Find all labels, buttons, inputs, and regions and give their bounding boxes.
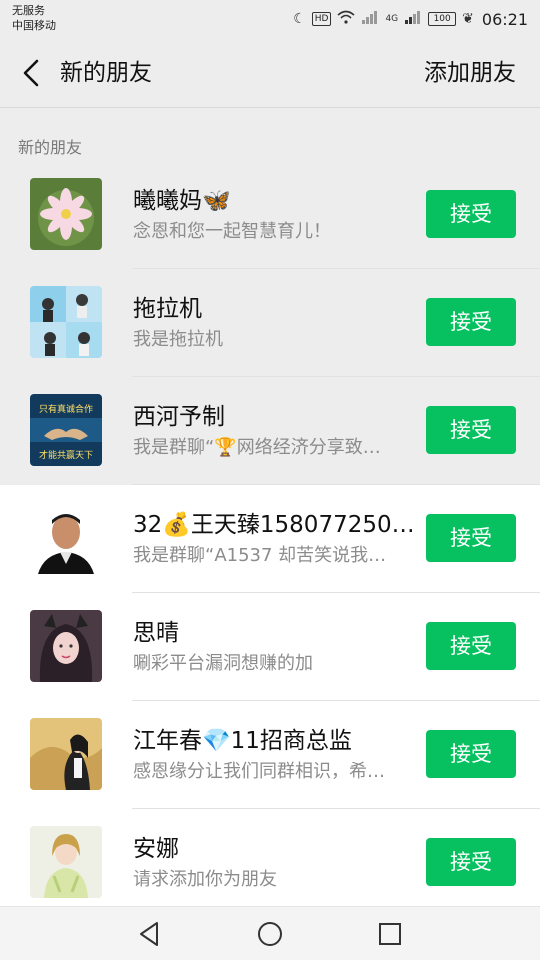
status-icons: ☾ HD 4G 100 ❦ 06:21 bbox=[293, 8, 528, 30]
request-message: 我是拖拉机 bbox=[133, 329, 223, 350]
wifi-icon bbox=[337, 10, 355, 28]
avatar bbox=[30, 610, 102, 682]
avatar-text-top: 只有真诚合作 bbox=[39, 403, 93, 415]
accept-button[interactable]: 接受 bbox=[426, 406, 516, 454]
back-button[interactable] bbox=[14, 54, 48, 92]
section-label: 新的朋友 bbox=[18, 138, 83, 157]
requester-name: 思晴 bbox=[133, 620, 179, 646]
avatar bbox=[30, 718, 102, 790]
list-item[interactable]: 思晴 唰彩平台漏洞想赚的加 接受 bbox=[0, 593, 540, 701]
list-item[interactable]: 32💰王天臻158077250… 我是群聊“A1537 却苦笑说我… 接受 bbox=[0, 485, 540, 593]
system-nav-bar bbox=[0, 906, 540, 960]
requester-name: 拖拉机 bbox=[133, 296, 202, 322]
page-title: 新的朋友 bbox=[60, 60, 152, 86]
list-item[interactable]: 拖拉机 我是拖拉机 接受 bbox=[0, 269, 540, 377]
avatar bbox=[30, 286, 102, 358]
request-message: 请求添加你为朋友 bbox=[133, 869, 277, 890]
request-message: 我是群聊“🏆网络经济分享致… bbox=[133, 437, 381, 458]
avatar bbox=[30, 178, 102, 250]
request-message: 我是群聊“A1537 却苦笑说我… bbox=[133, 545, 387, 566]
accept-button[interactable]: 接受 bbox=[426, 190, 516, 238]
signal-icon bbox=[404, 10, 422, 28]
network-type: 4G bbox=[385, 14, 399, 24]
add-friends-button[interactable]: 添加朋友 bbox=[424, 58, 516, 88]
avatar bbox=[30, 502, 102, 574]
clock: 06:21 bbox=[481, 9, 528, 29]
list-item[interactable]: 安娜 请求添加你为朋友 接受 bbox=[0, 809, 540, 917]
battery-indicator: 100 bbox=[428, 12, 457, 26]
requester-name: 江年春💎11招商总监 bbox=[133, 728, 352, 754]
requester-name: 安娜 bbox=[133, 836, 179, 862]
requester-name: 32💰王天臻158077250… bbox=[133, 512, 415, 538]
accept-button[interactable]: 接受 bbox=[426, 730, 516, 778]
list-item[interactable]: 江年春💎11招商总监 感恩缘分让我们同群相识，希… 接受 bbox=[0, 701, 540, 809]
requester-name: 曦曦妈🦋 bbox=[133, 188, 231, 214]
hd-badge: HD bbox=[311, 12, 332, 26]
back-arrow-icon bbox=[23, 59, 39, 87]
avatar-text-bottom: 才能共赢天下 bbox=[39, 449, 93, 461]
nav-bar: 新的朋友 添加朋友 bbox=[0, 38, 540, 108]
avatar: 只有真诚合作 才能共赢天下 bbox=[30, 394, 102, 466]
request-message: 念恩和您一起智慧育儿！ bbox=[133, 221, 331, 242]
request-message: 感恩缘分让我们同群相识，希… bbox=[133, 761, 385, 782]
accept-button[interactable]: 接受 bbox=[426, 298, 516, 346]
list-item[interactable]: 只有真诚合作 才能共赢天下 西河予制 我是群聊“🏆网络经济分享致… 接受 bbox=[0, 377, 540, 485]
list-item[interactable]: 曦曦妈🦋 念恩和您一起智慧育儿！ 接受 bbox=[0, 161, 540, 269]
moon-icon: ☾ bbox=[293, 11, 306, 27]
accept-button[interactable]: 接受 bbox=[426, 838, 516, 886]
request-message: 唰彩平台漏洞想赚的加 bbox=[133, 653, 313, 674]
home-circle-icon[interactable] bbox=[255, 919, 285, 949]
signal-icon bbox=[361, 10, 379, 28]
recents-square-icon[interactable] bbox=[375, 919, 405, 949]
requester-name: 西河予制 bbox=[133, 404, 225, 430]
leaf-icon: ❦ bbox=[462, 11, 474, 27]
accept-button[interactable]: 接受 bbox=[426, 622, 516, 670]
back-triangle-icon[interactable] bbox=[135, 919, 165, 949]
status-bar: 无服务 中国移动 ☾ HD 4G 100 ❦ 06:21 bbox=[0, 0, 540, 38]
friend-request-list: 曦曦妈🦋 念恩和您一起智慧育儿！ 接受 拖拉机 我是拖拉机 接受 只有真诚合作 … bbox=[0, 161, 540, 917]
accept-button[interactable]: 接受 bbox=[426, 514, 516, 562]
avatar bbox=[30, 826, 102, 898]
